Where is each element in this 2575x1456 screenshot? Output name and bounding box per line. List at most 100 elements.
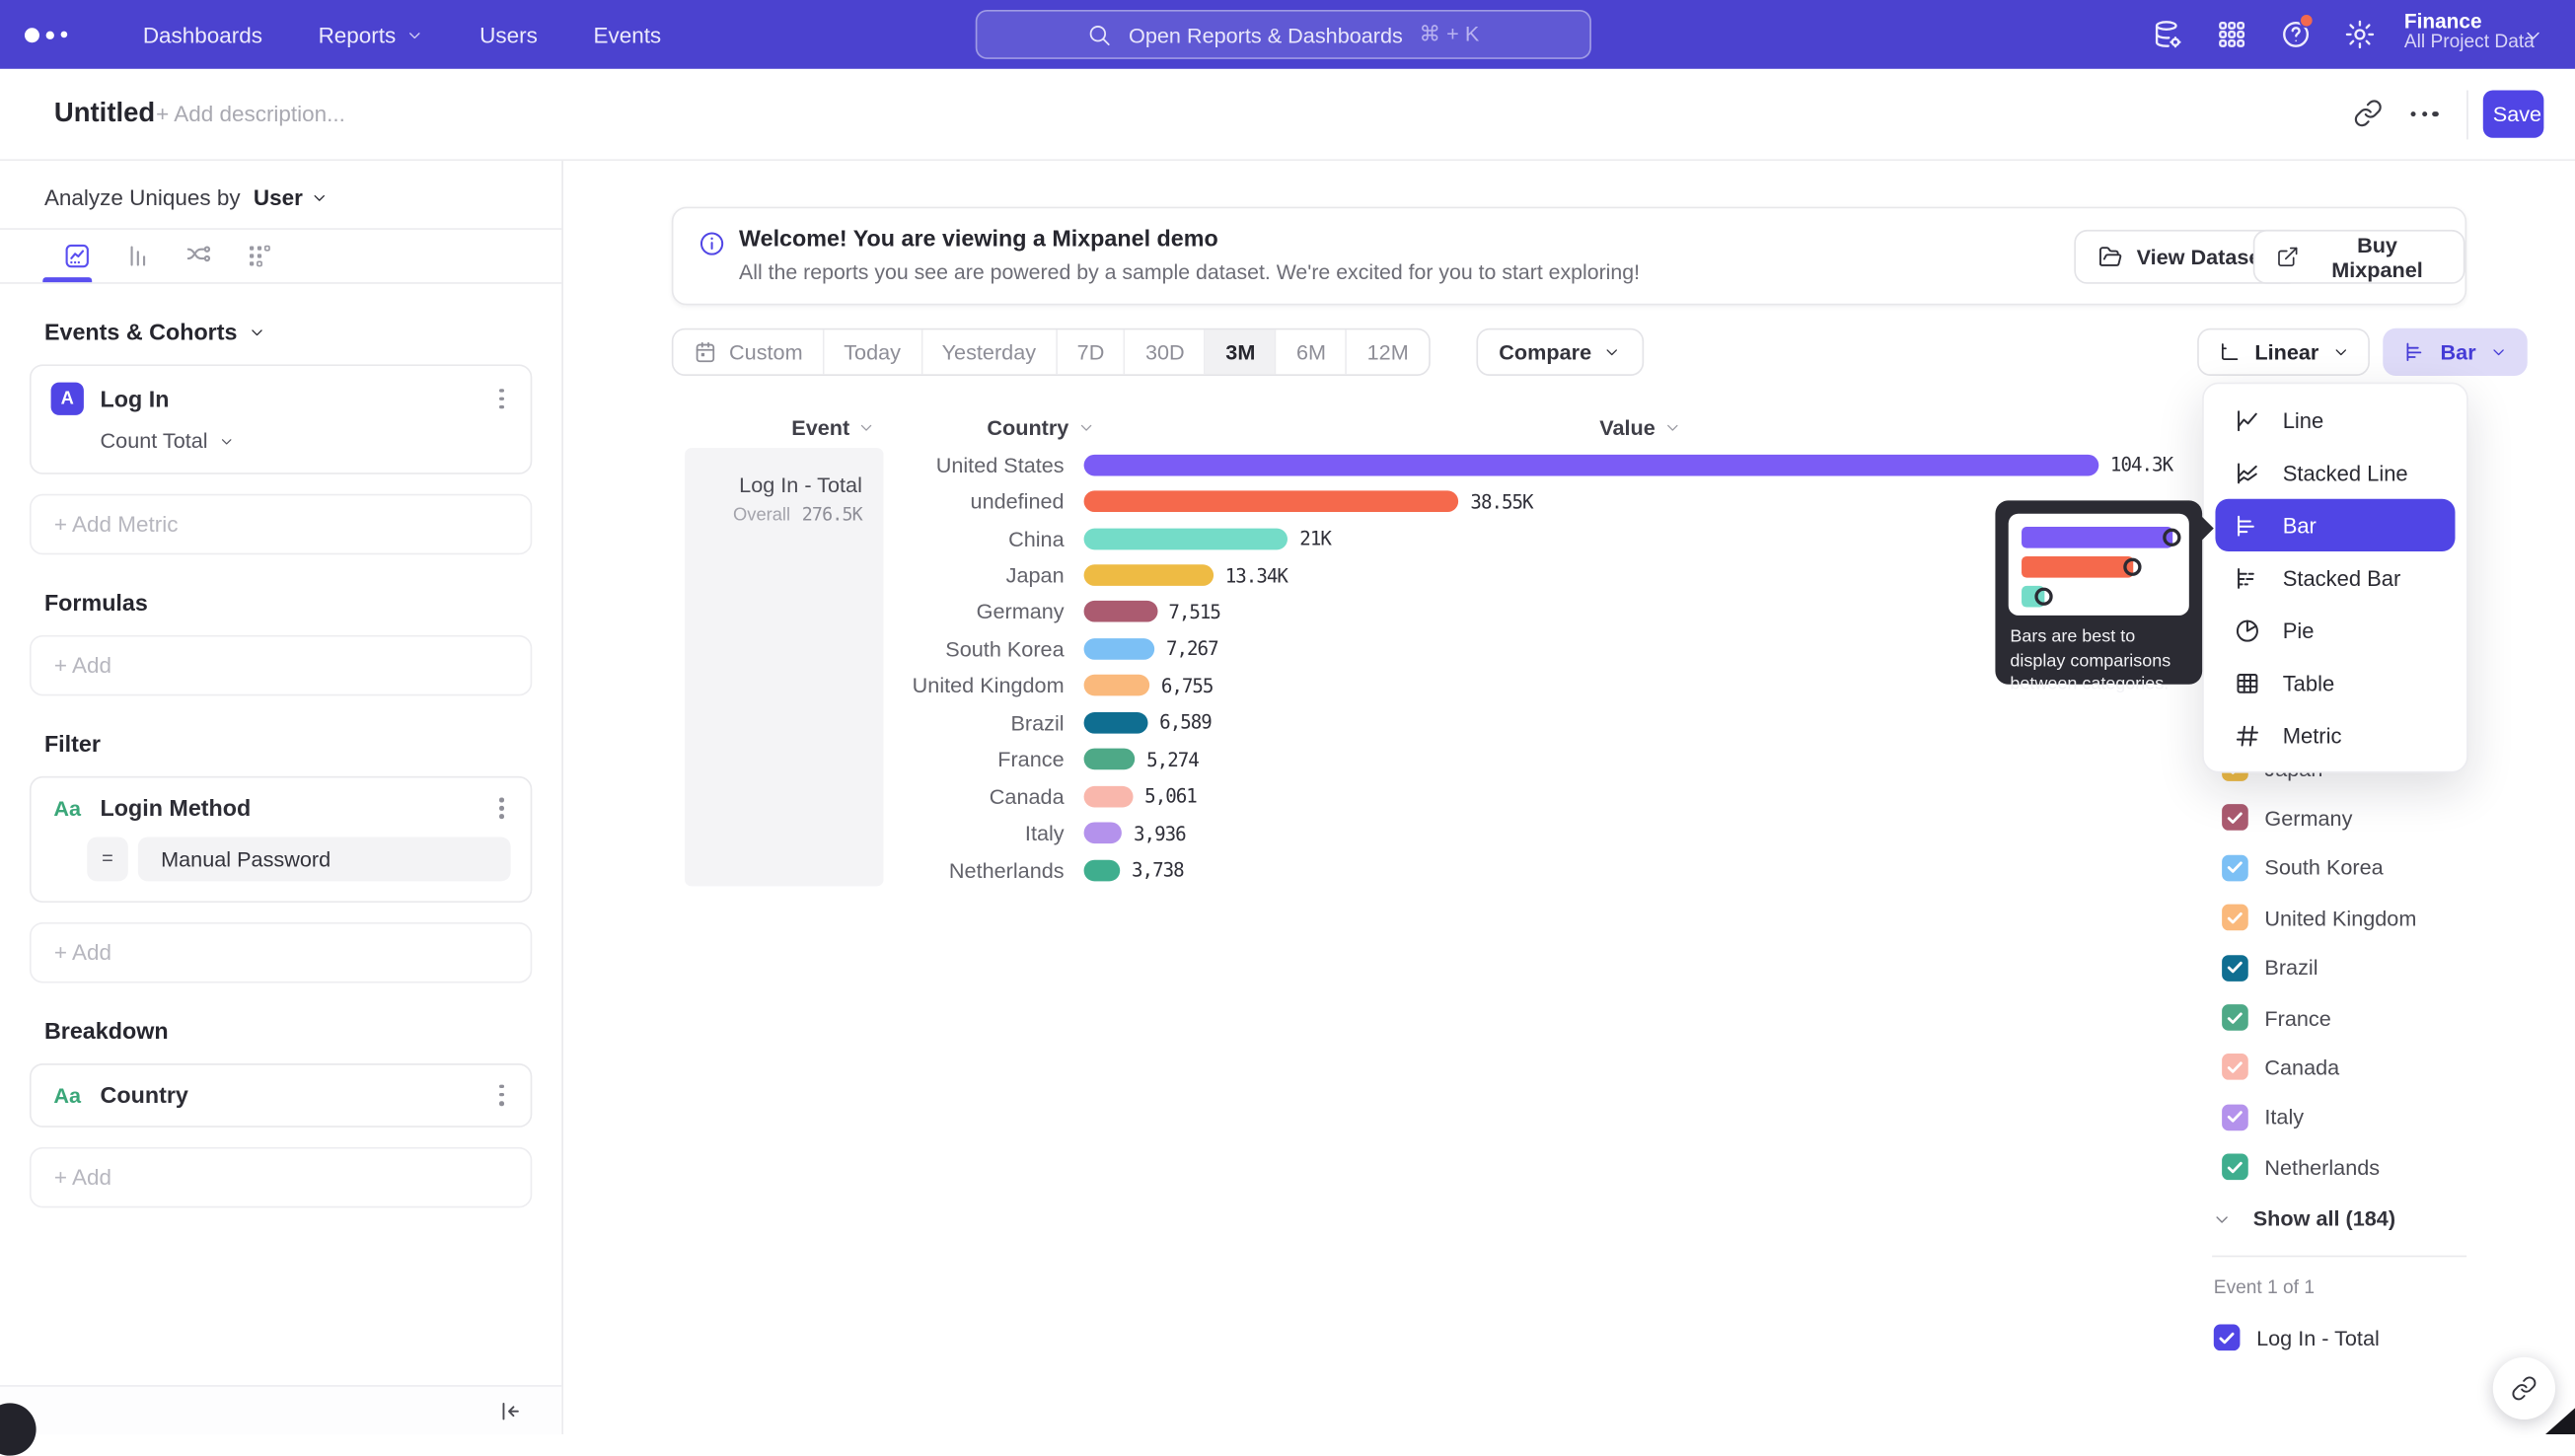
add-filter-button[interactable]: + Add — [30, 922, 532, 983]
event-legend-item[interactable]: Log In - Total — [2214, 1325, 2380, 1351]
bar[interactable] — [1084, 749, 1136, 770]
date-range-3m[interactable]: 3M — [1206, 329, 1277, 374]
bar-value: 7,267 — [1166, 637, 1218, 660]
date-range-30d[interactable]: 30D — [1126, 329, 1206, 374]
settings-gear-icon[interactable] — [2343, 18, 2376, 50]
chart-type-option-metric[interactable]: Metric — [2204, 709, 2466, 762]
save-button[interactable]: Save — [2483, 90, 2544, 137]
chart-type-option-stacked-bar[interactable]: Stacked Bar — [2204, 551, 2466, 604]
bar[interactable] — [1084, 564, 1214, 586]
kebab-menu-icon[interactable] — [493, 794, 511, 822]
bar[interactable] — [1084, 602, 1157, 623]
buy-mixpanel-button[interactable]: Buy Mixpanel — [2253, 230, 2465, 284]
add-breakdown-button[interactable]: + Add — [30, 1146, 532, 1207]
mixpanel-logo[interactable] — [25, 27, 97, 41]
tab-insights[interactable] — [46, 242, 108, 271]
legend-item-canada[interactable]: Canada — [2222, 1055, 2339, 1081]
banner-title: Welcome! You are viewing a Mixpanel demo — [739, 225, 1218, 252]
bar[interactable] — [1084, 712, 1148, 734]
checkbox-checked[interactable] — [2222, 1004, 2248, 1031]
tab-retention[interactable] — [228, 242, 289, 271]
date-range-today[interactable]: Today — [824, 329, 921, 374]
checkbox-checked[interactable] — [2222, 1104, 2248, 1130]
bar[interactable] — [1084, 823, 1123, 844]
more-options-icon[interactable] — [2411, 111, 2439, 116]
checkbox-checked[interactable] — [2214, 1325, 2241, 1351]
add-formula-button[interactable]: + Add — [30, 635, 532, 696]
legend-item-germany[interactable]: Germany — [2222, 805, 2352, 832]
bar[interactable] — [1084, 859, 1121, 881]
events-cohorts-header[interactable]: Events & Cohorts — [44, 319, 238, 345]
legend-item-netherlands[interactable]: Netherlands — [2222, 1154, 2380, 1181]
chart-type-option-bar[interactable]: Bar — [2215, 499, 2455, 551]
filter-value[interactable]: Manual Password — [138, 837, 511, 881]
chart-type-option-label: Pie — [2283, 618, 2315, 642]
bar[interactable] — [1084, 638, 1155, 660]
bar[interactable] — [1084, 528, 1288, 549]
event-column-header[interactable]: Event — [791, 415, 876, 440]
chart-type-button[interactable]: Bar — [2383, 328, 2527, 376]
country-column-header[interactable]: Country — [987, 415, 1095, 440]
tab-flows[interactable] — [168, 242, 229, 271]
checkbox-checked[interactable] — [2222, 955, 2248, 982]
add-metric-button[interactable]: + Add Metric — [30, 494, 532, 555]
legend-item-united-kingdom[interactable]: United Kingdom — [2222, 905, 2416, 931]
breakdown-card-country[interactable]: Aa Country — [30, 1063, 532, 1128]
nav-item-events[interactable]: Events — [593, 22, 661, 46]
date-range-yesterday[interactable]: Yesterday — [922, 329, 1058, 374]
value-column-header[interactable]: Value — [1599, 415, 1681, 440]
bar[interactable] — [1084, 491, 1459, 513]
share-link-fab[interactable] — [2493, 1357, 2555, 1420]
project-switcher[interactable]: Finance All Project Data — [2404, 10, 2535, 55]
data-management-icon[interactable] — [2152, 18, 2184, 50]
filter-property-name[interactable]: Login Method — [101, 795, 478, 822]
country-label: Canada — [563, 784, 1084, 809]
checkbox-checked[interactable] — [2222, 805, 2248, 832]
show-all-toggle[interactable]: Show all (184) — [2212, 1206, 2395, 1231]
kebab-menu-icon[interactable] — [493, 1081, 511, 1109]
compare-button[interactable]: Compare — [1476, 328, 1644, 376]
legend-item-france[interactable]: France — [2222, 1004, 2331, 1031]
nav-item-dashboards[interactable]: Dashboards — [143, 22, 262, 46]
legend-item-italy[interactable]: Italy — [2222, 1104, 2304, 1130]
help-icon[interactable] — [2279, 18, 2312, 50]
metric-card-log-in[interactable]: A Log In Count Total — [30, 364, 532, 473]
bar[interactable] — [1084, 454, 2099, 475]
nav-item-users[interactable]: Users — [479, 22, 538, 46]
date-range-6m[interactable]: 6M — [1277, 329, 1348, 374]
checkbox-checked[interactable] — [2222, 854, 2248, 881]
date-range-custom[interactable]: Custom — [673, 329, 824, 374]
checkbox-checked[interactable] — [2222, 1154, 2248, 1181]
chart-type-option-table[interactable]: Table — [2204, 656, 2466, 708]
report-title[interactable]: Untitled — [54, 99, 155, 130]
copy-link-icon[interactable] — [2353, 99, 2383, 128]
tab-funnels[interactable] — [107, 242, 168, 271]
checkbox-checked[interactable] — [2222, 1055, 2248, 1081]
filter-card-login-method[interactable]: Aa Login Method = Manual Password — [30, 776, 532, 903]
analyze-by-selector[interactable]: User — [254, 185, 330, 210]
x-axis-scale-button[interactable]: Linear — [2197, 328, 2370, 376]
search-input[interactable]: Open Reports & Dashboards ⌘ + K — [976, 10, 1591, 59]
legend-item-south-korea[interactable]: South Korea — [2222, 854, 2384, 881]
filter-operator[interactable]: = — [87, 837, 128, 881]
chart-type-option-line[interactable]: Line — [2204, 394, 2466, 446]
bar[interactable] — [1084, 785, 1134, 807]
chart-type-option-pie[interactable]: Pie — [2204, 604, 2466, 656]
add-description-field[interactable]: + Add description... — [156, 102, 345, 126]
chevron-down-icon — [311, 188, 329, 206]
bar-chart-tooltip: Bars are best to display comparisons bet… — [1995, 500, 2202, 684]
bar[interactable] — [1084, 675, 1150, 696]
nav-item-reports[interactable]: Reports — [319, 22, 424, 46]
apps-grid-icon[interactable] — [2215, 18, 2247, 50]
breakdown-property-name[interactable]: Country — [101, 1082, 478, 1109]
chart-type-option-stacked-line[interactable]: Stacked Line — [2204, 447, 2466, 499]
date-range-12m[interactable]: 12M — [1348, 329, 1429, 374]
notification-dot — [2299, 13, 2314, 28]
event-name[interactable]: Log In — [101, 386, 478, 412]
aggregation-selector[interactable]: Count Total — [101, 428, 511, 453]
kebab-menu-icon[interactable] — [493, 385, 511, 412]
collapse-sidebar-icon[interactable] — [496, 1398, 523, 1424]
date-range-7d[interactable]: 7D — [1058, 329, 1126, 374]
checkbox-checked[interactable] — [2222, 905, 2248, 931]
legend-item-brazil[interactable]: Brazil — [2222, 955, 2318, 982]
